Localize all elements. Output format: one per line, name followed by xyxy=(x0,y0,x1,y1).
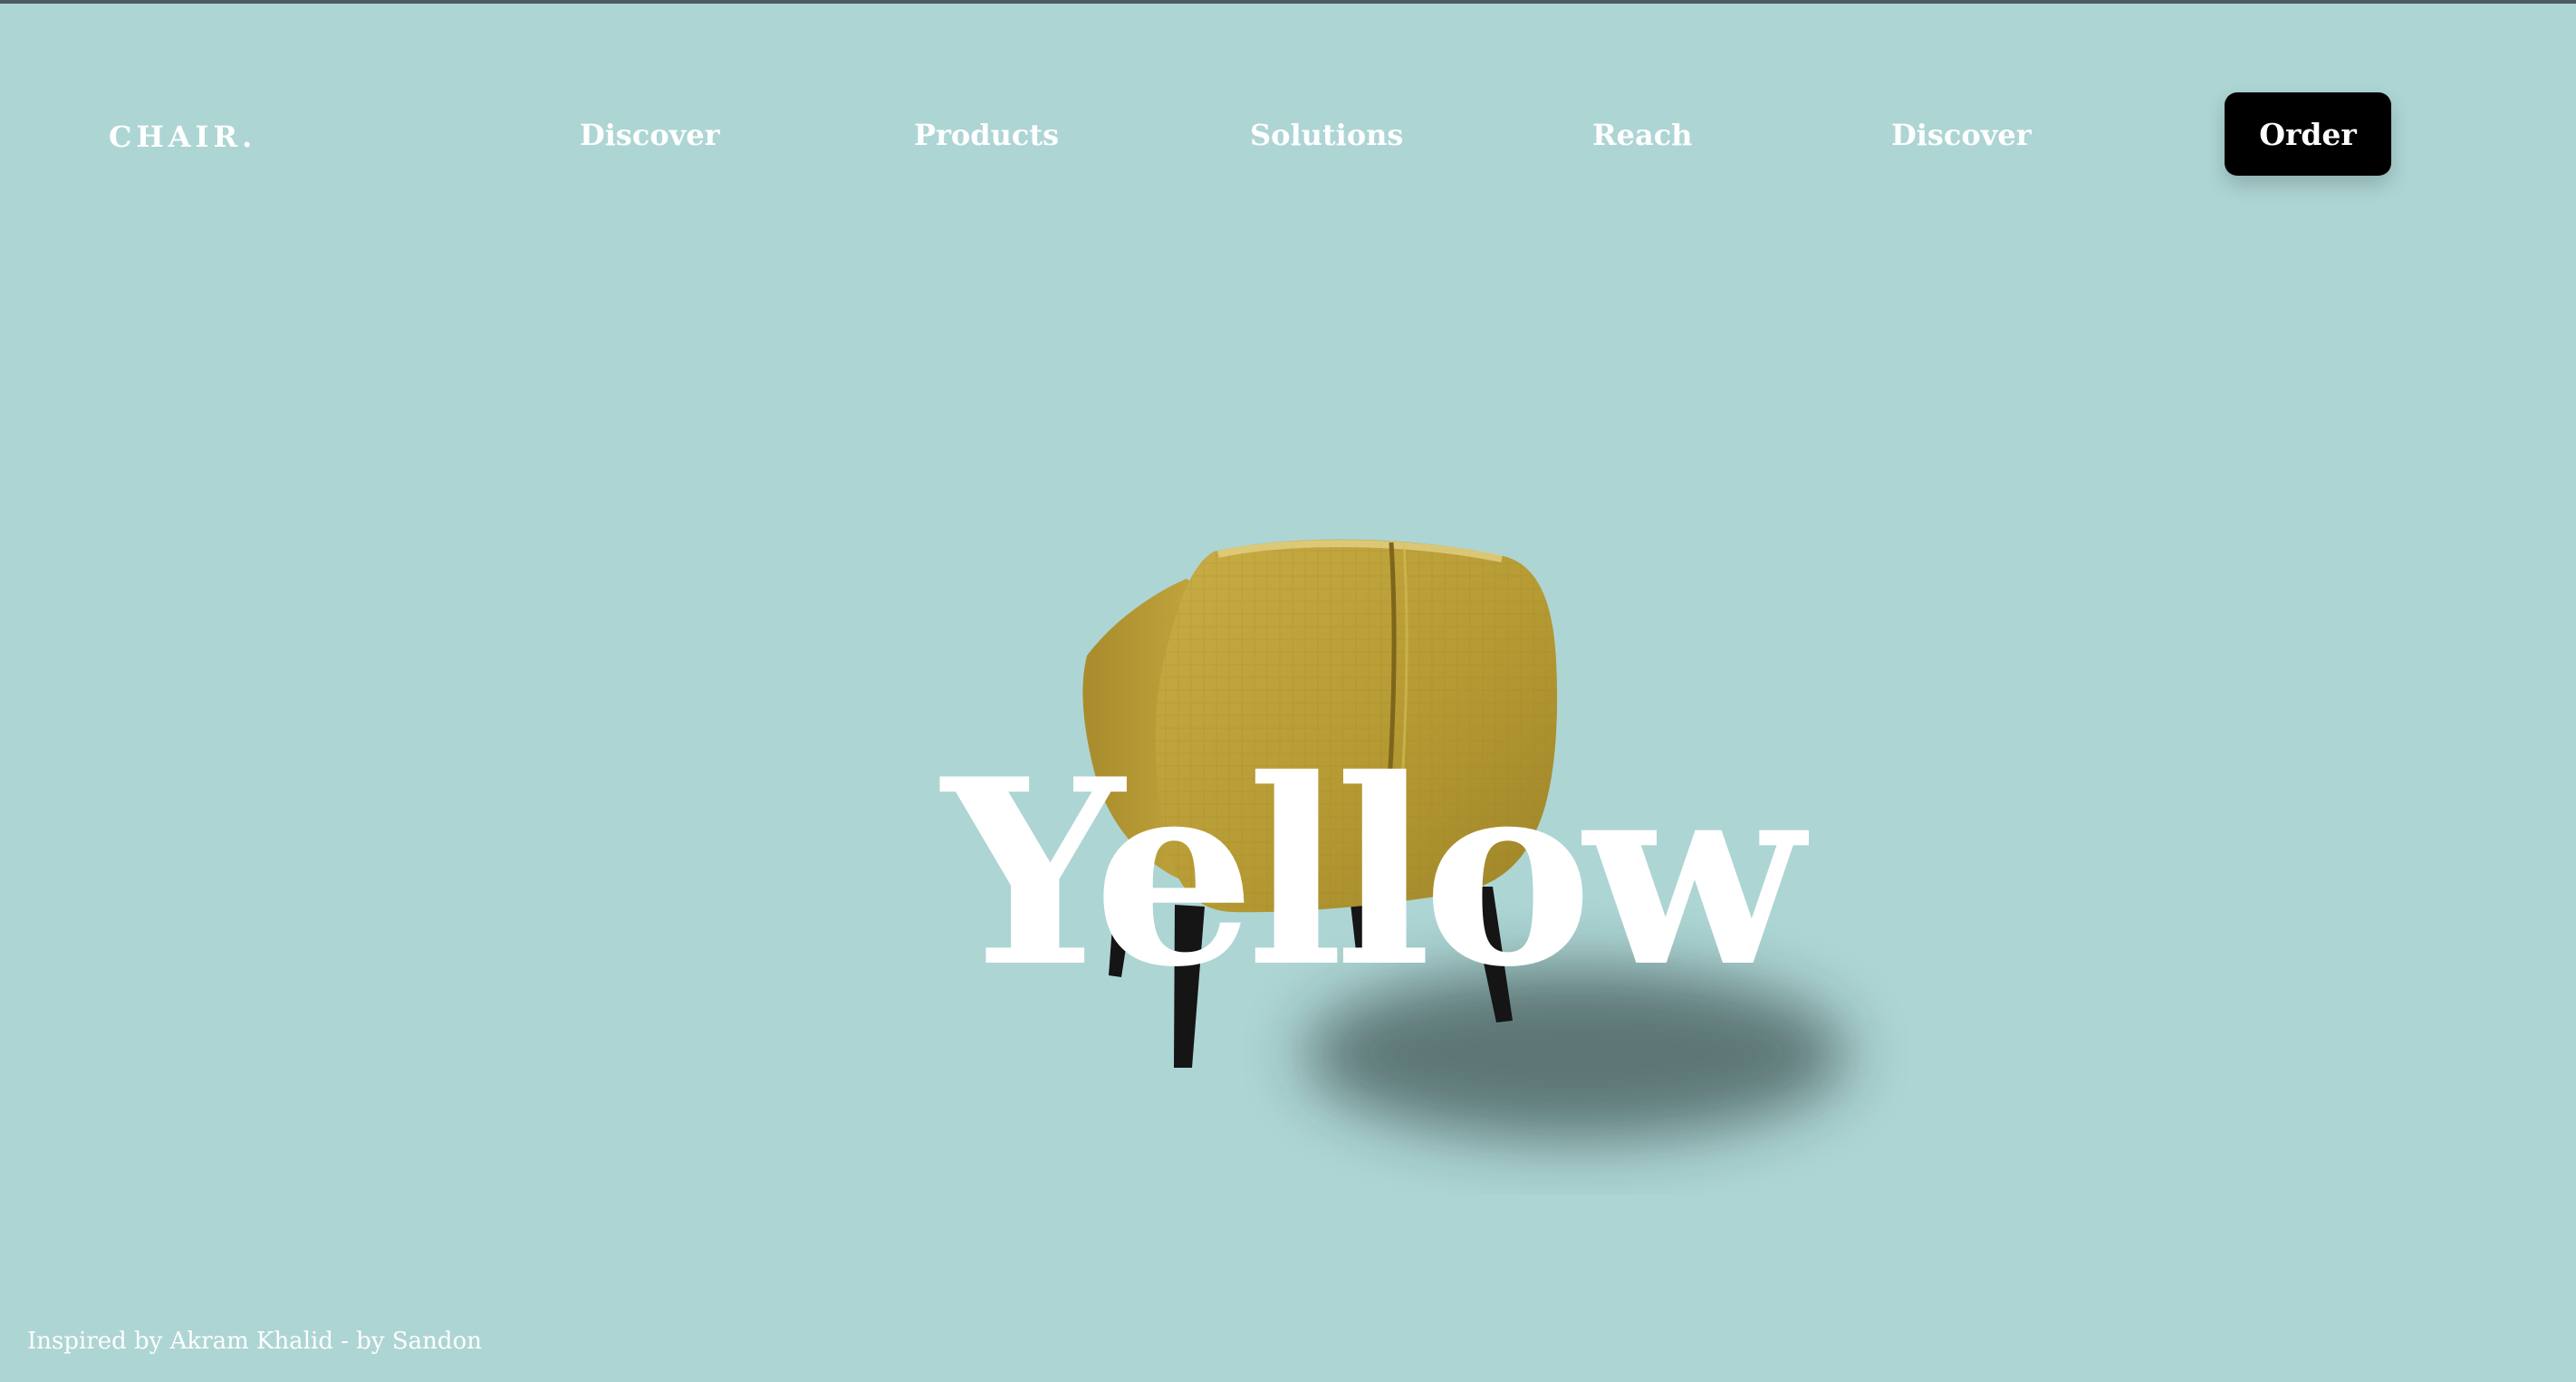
order-button[interactable]: Order xyxy=(2225,92,2391,176)
site-logo[interactable]: CHAIR. xyxy=(109,120,256,154)
hero-headline: Yellow xyxy=(942,722,1803,1023)
nav-link-discover-2[interactable]: Discover xyxy=(1891,118,2032,152)
footer-credit[interactable]: Inspired by Akram Khalid - by Sandon xyxy=(27,1328,482,1355)
nav-link-reach[interactable]: Reach xyxy=(1592,118,1692,152)
nav-link-solutions[interactable]: Solutions xyxy=(1250,118,1403,152)
nav-link-discover[interactable]: Discover xyxy=(580,118,720,152)
nav-link-products[interactable]: Products xyxy=(914,118,1059,152)
landing-page: CHAIR. Discover Products Solutions Reach… xyxy=(0,4,2576,1382)
